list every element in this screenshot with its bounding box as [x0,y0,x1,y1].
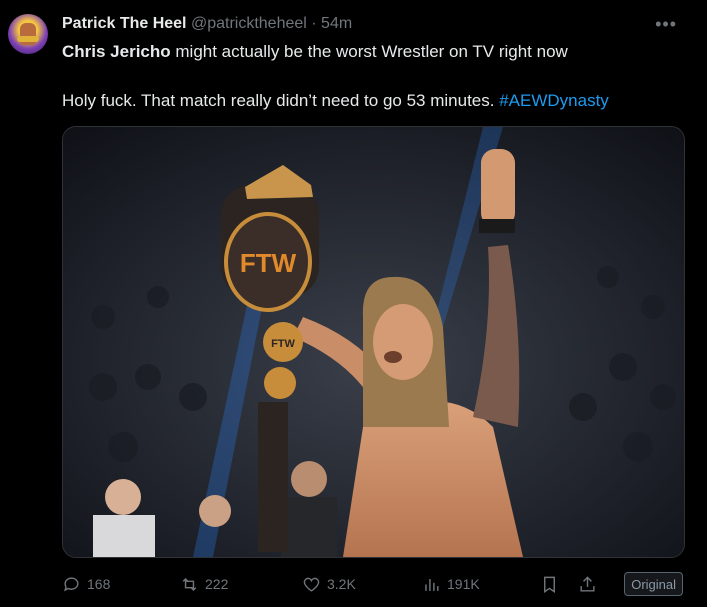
share-icon [580,575,595,592]
bookmark-icon [544,576,555,593]
line2-text: Holy fuck. That match really didn’t need… [62,91,500,110]
author-avatar[interactable] [8,14,48,54]
views-count: 191K [447,576,480,592]
heart-icon [303,577,320,592]
author-name[interactable]: Patrick The Heel [62,15,187,32]
repost-icon [182,577,197,591]
views-chart-icon [425,578,439,591]
hashtag-link[interactable]: #AEWDynasty [499,91,609,110]
reply-icon [64,576,79,591]
reply-button[interactable]: 168 [62,570,110,598]
avatar-belt [17,36,39,42]
like-count: 3.2K [327,576,356,592]
svg-text:FTW: FTW [240,248,297,278]
tweet-media-image[interactable]: FTW FTW [62,126,685,558]
like-button[interactable]: 3.2K [302,570,356,598]
views-button[interactable]: 191K [422,570,480,598]
reply-count: 168 [87,576,111,592]
tweet-text-line1: Chris Jericho might actually be the wors… [62,42,568,62]
separator-dot: · [311,15,317,32]
more-options-icon[interactable]: ••• [655,14,677,35]
original-image-button[interactable]: Original [624,572,683,596]
mention-bold: Chris Jericho [62,42,171,61]
svg-text:FTW: FTW [271,338,295,350]
repost-button[interactable]: 222 [180,570,228,598]
tweet-header: Patrick The Heel @patricktheheel · 54m [62,15,352,33]
share-button[interactable] [578,570,603,598]
tweet-text-line2: Holy fuck. That match really didn’t need… [62,91,609,111]
line1-text: might actually be the worst Wrestler on … [170,42,568,61]
tweet-actions: 168 222 3.2K 191K Original [62,570,683,598]
wrestler-photo: FTW FTW [63,127,684,557]
tweet-time[interactable]: 54m [321,15,352,32]
bookmark-button[interactable] [540,570,565,598]
repost-count: 222 [205,576,229,592]
author-handle[interactable]: @patricktheheel [191,15,307,32]
